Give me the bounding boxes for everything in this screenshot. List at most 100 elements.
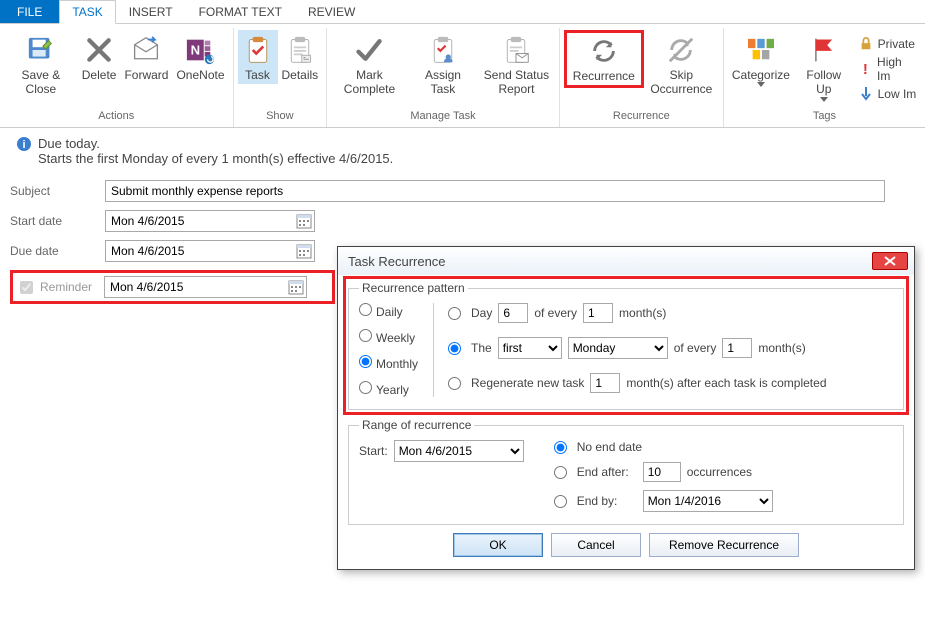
chevron-down-icon	[820, 97, 828, 102]
details-icon	[284, 34, 316, 66]
info-line2: Starts the first Monday of every 1 month…	[38, 151, 393, 166]
every-value-input[interactable]	[583, 303, 613, 323]
tab-file[interactable]: FILE	[0, 0, 59, 23]
tags-small-list: Private ! High Im Low Im	[854, 30, 921, 108]
reminder-label-wrap: Reminder	[16, 278, 104, 297]
radio-weekly[interactable]: Weekly	[359, 329, 429, 345]
details-label: Details	[282, 68, 319, 82]
tab-format-text[interactable]: FORMAT TEXT	[186, 0, 295, 23]
private-button[interactable]: Private	[858, 36, 917, 52]
delete-button[interactable]: Delete	[78, 30, 121, 84]
group-show: Task Details Show	[234, 28, 328, 127]
recurrence-button[interactable]: Recurrence	[564, 30, 644, 88]
reminder-label: Reminder	[40, 280, 92, 294]
tab-review[interactable]: REVIEW	[295, 0, 368, 23]
group-tags: Categorize Follow Up Private ! High Im	[724, 28, 925, 127]
onenote-icon: N	[184, 34, 216, 66]
forward-button[interactable]: Forward	[120, 30, 172, 84]
group-tags-label: Tags	[728, 108, 921, 125]
details-button[interactable]: Details	[278, 30, 323, 84]
every-value-input-2[interactable]	[722, 338, 752, 358]
task-icon	[242, 34, 274, 66]
endby-label: End by:	[577, 494, 637, 508]
send-status-label: Send Status Report	[482, 68, 551, 97]
subject-input[interactable]	[105, 180, 885, 202]
regen-value-input[interactable]	[590, 373, 620, 393]
dialog-title: Task Recurrence	[348, 254, 446, 269]
low-importance-button[interactable]: Low Im	[858, 86, 917, 102]
duedate-label: Due date	[10, 244, 105, 258]
dialog-close-button[interactable]	[872, 252, 908, 270]
tab-insert[interactable]: INSERT	[116, 0, 186, 23]
radio-the[interactable]	[448, 342, 461, 355]
delete-label: Delete	[82, 68, 117, 82]
info-line1: Due today.	[38, 136, 393, 151]
assign-task-button[interactable]: Assign Task	[408, 30, 478, 99]
followup-button[interactable]: Follow Up	[794, 30, 854, 104]
range-start-label: Start:	[359, 444, 388, 458]
opt-day-label: Day	[471, 306, 492, 320]
range-legend: Range of recurrence	[359, 418, 474, 432]
flag-icon	[808, 34, 840, 66]
task-label: Task	[245, 68, 270, 82]
calendar-icon[interactable]	[296, 213, 312, 229]
send-status-button[interactable]: Send Status Report	[478, 30, 555, 99]
radio-monthly[interactable]: Monthly	[359, 355, 429, 371]
categorize-icon	[745, 34, 777, 66]
radio-yearly[interactable]: Yearly	[359, 381, 429, 397]
assign-icon	[427, 34, 459, 66]
radio-daily[interactable]: Daily	[359, 303, 429, 319]
arrow-down-icon	[858, 86, 874, 102]
forward-icon	[130, 34, 162, 66]
onenote-button[interactable]: N OneNote	[172, 30, 228, 84]
group-recurrence: Recurrence Skip Occurrence Recurrence	[560, 28, 724, 127]
opt-the-label: The	[471, 341, 492, 355]
delete-icon	[83, 34, 115, 66]
duedate-input[interactable]	[105, 240, 315, 262]
skip-occurrence-button[interactable]: Skip Occurrence	[644, 30, 719, 99]
followup-label: Follow Up	[798, 68, 850, 97]
task-button[interactable]: Task	[238, 30, 278, 84]
radio-endafter[interactable]	[554, 466, 567, 479]
tab-task[interactable]: TASK	[59, 0, 115, 24]
categorize-button[interactable]: Categorize	[728, 30, 794, 89]
group-actions: Save & Close Delete Forward N OneNote	[0, 28, 234, 127]
radio-day[interactable]	[448, 307, 461, 320]
reminder-checkbox[interactable]	[20, 281, 33, 294]
endafter-input[interactable]	[643, 462, 681, 482]
weekday-select[interactable]: Monday	[568, 337, 668, 359]
remove-recurrence-button[interactable]: Remove Recurrence	[649, 533, 799, 557]
startdate-input[interactable]	[105, 210, 315, 232]
day-value-input[interactable]	[498, 303, 528, 323]
check-icon	[353, 34, 385, 66]
mark-complete-label: Mark Complete	[335, 68, 404, 97]
chevron-down-icon	[757, 82, 765, 87]
range-start-select[interactable]: Mon 4/6/2015	[394, 440, 524, 462]
endafter-label: End after:	[577, 465, 637, 479]
svg-text:N: N	[191, 43, 200, 58]
group-manage: Mark Complete Assign Task Send Status Re…	[327, 28, 560, 127]
cancel-button[interactable]: Cancel	[551, 533, 641, 557]
reminder-input[interactable]	[104, 276, 307, 298]
endby-select[interactable]: Mon 1/4/2016	[643, 490, 773, 512]
mark-complete-button[interactable]: Mark Complete	[331, 30, 408, 99]
group-recurrence-label: Recurrence	[564, 108, 719, 125]
skip-icon	[665, 34, 697, 66]
close-icon	[884, 256, 896, 266]
ordinal-select[interactable]: first	[498, 337, 562, 359]
group-manage-label: Manage Task	[331, 108, 555, 125]
high-importance-label: High Im	[877, 55, 917, 83]
ok-button[interactable]: OK	[453, 533, 543, 557]
info-icon: i	[16, 136, 32, 152]
radio-regenerate[interactable]	[448, 377, 461, 390]
save-close-button[interactable]: Save & Close	[4, 30, 78, 99]
recurrence-label: Recurrence	[573, 69, 635, 83]
private-label: Private	[878, 37, 915, 51]
high-importance-button[interactable]: ! High Im	[858, 55, 917, 83]
calendar-icon[interactable]	[296, 243, 312, 259]
radio-noend[interactable]: No end date	[554, 440, 773, 454]
opt-ofevery2: of every	[674, 341, 717, 355]
categorize-label: Categorize	[732, 68, 790, 82]
radio-endby[interactable]	[554, 495, 567, 508]
calendar-icon[interactable]	[288, 279, 304, 295]
